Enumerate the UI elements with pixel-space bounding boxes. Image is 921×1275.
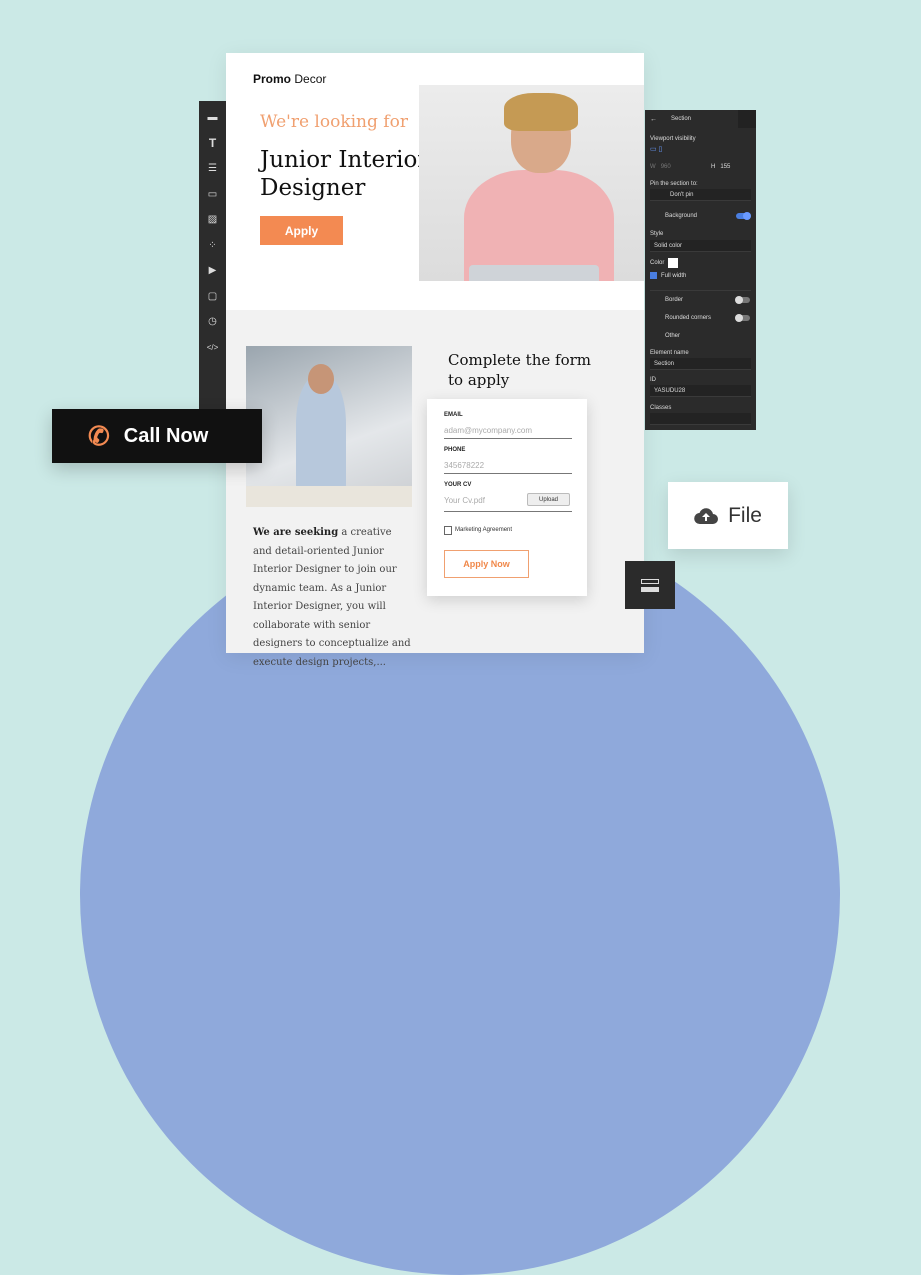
style-select[interactable]: Solid color: [650, 240, 751, 252]
form-section: We are seeking a creative and detail-ori…: [226, 310, 644, 668]
phone-label: PHONE: [444, 447, 466, 453]
background-toggle[interactable]: [736, 212, 751, 220]
job-description: We are seeking a creative and detail-ori…: [253, 527, 411, 668]
form-title: Complete the form to apply: [448, 351, 591, 389]
text-icon[interactable]: T: [205, 136, 220, 151]
designer-photo: [246, 346, 412, 507]
width-field[interactable]: W 960: [650, 164, 671, 170]
other-label[interactable]: Other: [665, 333, 680, 339]
element-name-input[interactable]: Section: [650, 358, 751, 370]
section-icon[interactable]: ▬: [205, 110, 220, 125]
back-arrow-icon[interactable]: ←: [650, 116, 657, 123]
application-form: EMAIL adam@mycompany.com PHONE 345678222…: [427, 399, 587, 596]
border-toggle[interactable]: [735, 296, 750, 304]
editor-toolbar: ▬ T ☰ ▭ ▨ ⁘ ▶ ▢ ◷ </>: [199, 101, 226, 410]
color-swatch[interactable]: [668, 258, 678, 268]
video-icon[interactable]: ▶: [205, 263, 220, 278]
marketing-label: Marketing Agreement: [455, 527, 513, 533]
desktop-icon[interactable]: ▭ ▯: [650, 145, 662, 153]
widgets-icon[interactable]: ⁘: [205, 238, 220, 253]
hero-photo: [419, 85, 644, 281]
viewport-label: Viewport visibility: [650, 136, 696, 142]
pin-label: Pin the section to:: [650, 181, 698, 187]
panel-title: Section: [671, 116, 692, 122]
background-label: Background: [665, 213, 698, 219]
rounded-corners-label: Rounded corners: [665, 315, 712, 321]
strip-icon[interactable]: ☰: [205, 161, 220, 176]
apply-button[interactable]: Apply: [260, 216, 343, 245]
full-width-label: Full width: [661, 273, 687, 279]
height-field[interactable]: H 155: [711, 164, 730, 170]
cv-field[interactable]: Your Cv.pdf Upload: [444, 493, 572, 512]
style-label: Style: [650, 231, 664, 237]
upload-button[interactable]: Upload: [527, 493, 570, 506]
call-now-button[interactable]: ✆ Call Now: [52, 409, 262, 463]
page-preview: Promo Decor We're looking for Junior Int…: [226, 53, 644, 668]
image-icon[interactable]: ▨: [205, 212, 220, 227]
rounded-corners-toggle[interactable]: [735, 314, 750, 322]
phone-icon: ✆: [88, 420, 110, 451]
code-icon[interactable]: </>: [205, 340, 220, 355]
classes-input[interactable]: [650, 413, 751, 425]
marketing-checkbox[interactable]: [444, 526, 452, 535]
phone-field[interactable]: 345678222: [444, 458, 572, 474]
cloud-upload-icon: [694, 507, 719, 524]
timer-icon[interactable]: ◷: [205, 314, 220, 329]
element-name-label: Element name: [650, 350, 689, 356]
button-icon[interactable]: ▭: [205, 187, 220, 202]
id-label: ID: [650, 377, 656, 383]
section-settings-panel: ← Section Viewport visibility ▭ ▯ W 960 …: [645, 110, 756, 430]
hero-section[interactable]: Promo Decor We're looking for Junior Int…: [226, 53, 644, 310]
logo: Promo Decor: [253, 72, 327, 86]
file-upload-widget[interactable]: File: [668, 482, 788, 549]
cv-label: YOUR CV: [444, 482, 472, 488]
email-label: EMAIL: [444, 412, 463, 418]
apply-now-button[interactable]: Apply Now: [444, 550, 529, 578]
border-label: Border: [665, 297, 684, 303]
id-input[interactable]: YASUDU28: [650, 385, 751, 397]
pin-select[interactable]: Don't pin: [650, 189, 751, 201]
email-field[interactable]: adam@mycompany.com: [444, 423, 572, 439]
panel-corner: [738, 110, 756, 128]
strip-layout-icon[interactable]: [625, 561, 675, 609]
hero-kicker: We're looking for: [260, 112, 408, 132]
full-width-checkbox[interactable]: [650, 272, 657, 279]
color-label: Color: [650, 260, 665, 266]
shape-icon[interactable]: ▢: [205, 289, 220, 304]
classes-label: Classes: [650, 405, 672, 411]
